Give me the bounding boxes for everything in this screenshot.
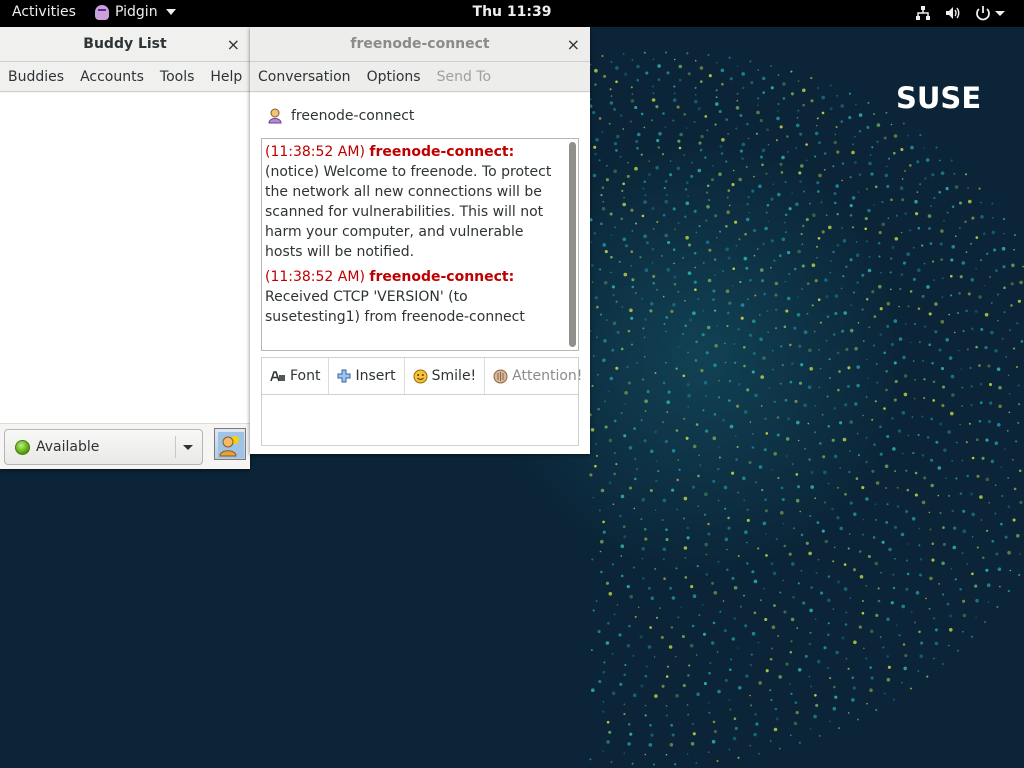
conversation-header: freenode-connect: [250, 93, 590, 138]
person-icon: [268, 108, 282, 123]
smile-button[interactable]: Smile!: [405, 358, 486, 394]
font-button[interactable]: Font: [262, 358, 330, 394]
menu-options[interactable]: Options: [359, 69, 429, 85]
buddy-list-window: Buddy List × Buddies Accounts Tools Help…: [0, 27, 250, 469]
buddy-list[interactable]: [0, 93, 250, 423]
font-label: Font: [290, 368, 321, 384]
font-icon: [270, 371, 285, 382]
chevron-down-icon: [183, 445, 193, 450]
smiley-icon: [413, 369, 428, 383]
message-sender: freenode-connect:: [369, 144, 515, 160]
suse-brand-text: SUSE: [896, 81, 982, 115]
clock-label[interactable]: Thu 11:39: [473, 4, 552, 20]
system-tray[interactable]: [915, 5, 1005, 21]
smile-label: Smile!: [431, 368, 477, 384]
message-text: (notice) Welcome to freenode. To protect…: [265, 164, 552, 260]
insert-label: Insert: [355, 368, 396, 384]
message-log[interactable]: (11:38:52 AM) freenode-connect: (notice)…: [261, 138, 579, 351]
message-timestamp: (11:38:52 AM): [265, 269, 365, 285]
message-list: (11:38:52 AM) freenode-connect: (notice)…: [265, 142, 565, 332]
window-title: Buddy List: [83, 36, 167, 52]
menu-send-to[interactable]: Send To: [429, 69, 499, 85]
plus-icon: [337, 369, 351, 383]
menu-accounts[interactable]: Accounts: [72, 69, 152, 85]
status-selector[interactable]: Available: [4, 429, 203, 465]
power-icon[interactable]: [975, 5, 1005, 21]
activities-button[interactable]: Activities: [12, 4, 76, 20]
message-sender: freenode-connect:: [369, 269, 515, 285]
conversation-menubar: Conversation Options Send To: [250, 62, 590, 92]
close-icon[interactable]: ×: [567, 27, 580, 62]
insert-button[interactable]: Insert: [329, 358, 405, 394]
conversation-titlebar[interactable]: freenode-connect ×: [250, 27, 590, 62]
status-bar: Available: [0, 423, 250, 469]
close-icon[interactable]: ×: [227, 27, 240, 62]
pidgin-icon: [95, 4, 109, 20]
attention-button[interactable]: Attention!: [485, 358, 590, 394]
conversation-body: freenode-connect (11:38:52 AM) freenode-…: [250, 93, 590, 454]
buddy-icon-button[interactable]: [214, 428, 246, 460]
attention-icon: [493, 369, 508, 383]
status-label: Available: [36, 439, 100, 455]
conversation-window: freenode-connect × Conversation Options …: [250, 27, 590, 454]
message-input[interactable]: [261, 394, 579, 446]
network-icon[interactable]: [915, 5, 931, 21]
menu-conversation[interactable]: Conversation: [250, 69, 359, 85]
buddy-icon: [218, 432, 244, 458]
buddy-list-titlebar[interactable]: Buddy List ×: [0, 27, 250, 62]
menu-buddies[interactable]: Buddies: [0, 69, 72, 85]
menu-help[interactable]: Help: [202, 69, 250, 85]
menu-tools[interactable]: Tools: [152, 69, 203, 85]
message-text: Received CTCP 'VERSION' (to susetesting1…: [265, 289, 525, 325]
scrollbar[interactable]: [569, 142, 576, 347]
top-bar: Activities Pidgin Thu 11:39: [0, 0, 1024, 27]
buddy-list-menubar: Buddies Accounts Tools Help: [0, 62, 250, 92]
app-menu-label: Pidgin: [115, 4, 158, 20]
window-title: freenode-connect: [350, 36, 490, 52]
message: (11:38:52 AM) freenode-connect: (notice)…: [265, 142, 565, 262]
available-status-icon: [15, 439, 30, 455]
attention-label: Attention!: [512, 368, 583, 384]
volume-icon[interactable]: [945, 5, 961, 21]
format-toolbar: Font Insert Smile! Attention!: [261, 357, 582, 394]
chevron-down-icon: [165, 9, 176, 15]
app-menu-button[interactable]: Pidgin: [95, 4, 176, 20]
message-timestamp: (11:38:52 AM): [265, 144, 365, 160]
status-divider: [175, 436, 176, 458]
message: (11:38:52 AM) freenode-connect: Received…: [265, 267, 565, 327]
contact-name: freenode-connect: [291, 107, 415, 124]
